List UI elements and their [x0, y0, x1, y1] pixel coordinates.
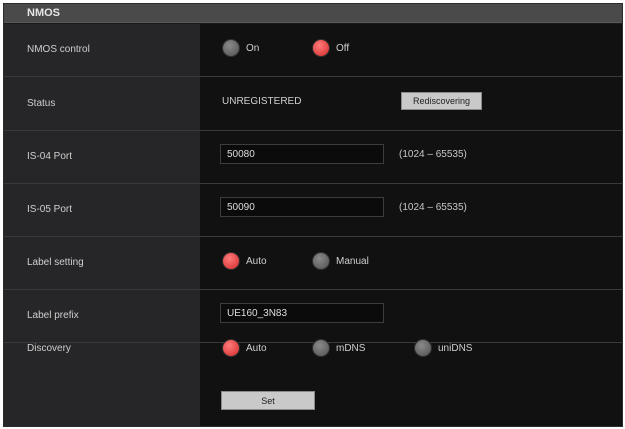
section-header: NMOS [4, 4, 622, 23]
nmos-control-on-label: On [246, 42, 260, 54]
is04-port-label: IS-04 Port [27, 151, 73, 162]
discovery-unidns-radio[interactable] [414, 339, 432, 357]
row-is04-port: IS-04 Port (1024 – 65535) [4, 131, 622, 184]
is04-port-range: (1024 – 65535) [399, 149, 467, 160]
nmos-control-label: NMOS control [27, 44, 90, 55]
discovery-auto-option[interactable]: Auto [222, 339, 267, 357]
rediscovering-button[interactable]: Rediscovering [401, 92, 482, 110]
nmos-settings-panel: NMOS NMOS control On Off Status UNREGIST… [3, 3, 623, 427]
discovery-unidns-label: uniDNS [438, 342, 473, 354]
row-discovery: Discovery Auto mDNS uniDNS [4, 339, 622, 388]
label-setting-auto-label: Auto [246, 255, 267, 267]
row-is05-port: IS-05 Port (1024 – 65535) [4, 184, 622, 237]
nmos-control-off-label: Off [336, 42, 350, 54]
row-label-setting: Label setting Auto Manual [4, 237, 622, 290]
section-title: NMOS [27, 7, 60, 19]
label-prefix-label: Label prefix [27, 310, 79, 321]
discovery-unidns-option[interactable]: uniDNS [414, 339, 472, 357]
is05-port-range: (1024 – 65535) [399, 202, 467, 213]
nmos-control-on-radio[interactable] [222, 39, 240, 57]
nmos-control-on-option[interactable]: On [222, 39, 259, 57]
label-prefix-input[interactable] [220, 303, 384, 323]
row-label-prefix: Label prefix [4, 290, 622, 343]
is05-port-input[interactable] [220, 197, 384, 217]
set-button[interactable]: Set [221, 391, 315, 410]
is04-port-input[interactable] [220, 144, 384, 164]
discovery-auto-radio[interactable] [222, 339, 240, 357]
nmos-control-off-option[interactable]: Off [312, 39, 349, 57]
discovery-label: Discovery [27, 343, 71, 354]
discovery-auto-label: Auto [246, 342, 267, 354]
discovery-mdns-radio[interactable] [312, 339, 330, 357]
label-setting-auto-radio[interactable] [222, 252, 240, 270]
is05-port-label: IS-05 Port [27, 204, 73, 215]
discovery-mdns-option[interactable]: mDNS [312, 339, 365, 357]
label-setting-manual-radio[interactable] [312, 252, 330, 270]
label-setting-manual-label: Manual [336, 255, 369, 267]
row-status: Status UNREGISTERED Rediscovering [4, 78, 622, 131]
discovery-mdns-label: mDNS [336, 342, 366, 354]
label-setting-auto-option[interactable]: Auto [222, 252, 267, 270]
label-setting-label: Label setting [27, 257, 84, 268]
nmos-control-off-radio[interactable] [312, 39, 330, 57]
label-setting-manual-option[interactable]: Manual [312, 252, 369, 270]
row-nmos-control: NMOS control On Off [4, 24, 622, 77]
status-value: UNREGISTERED [222, 96, 302, 107]
status-label: Status [27, 98, 56, 109]
